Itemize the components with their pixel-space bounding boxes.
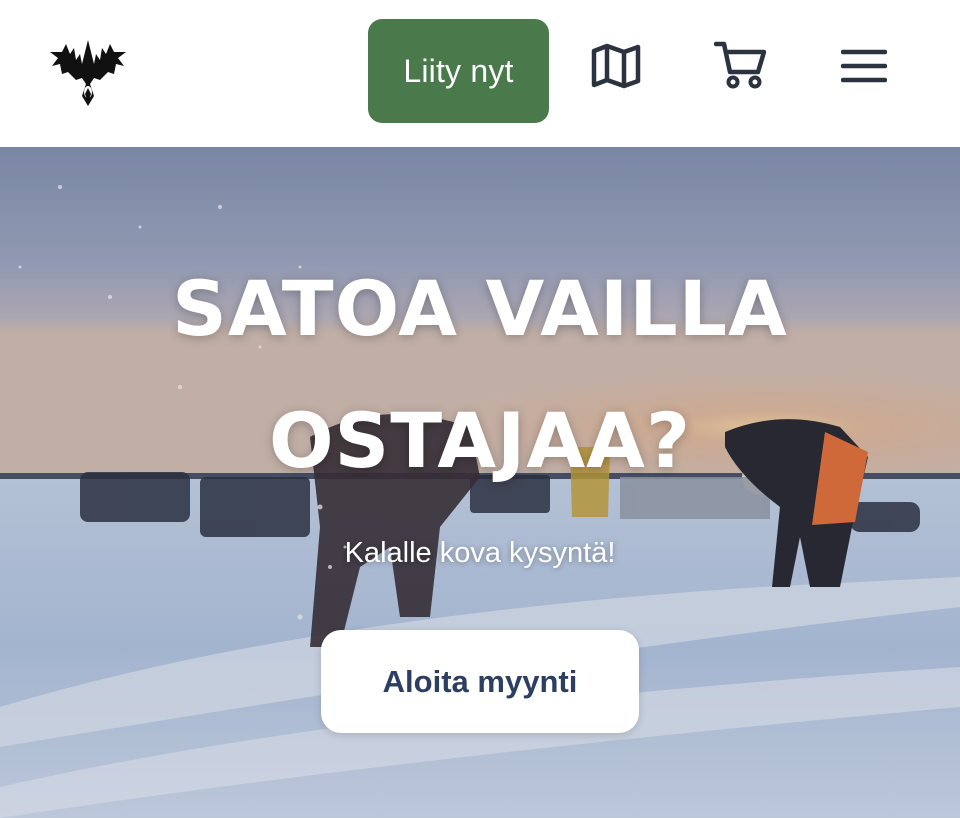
map-button[interactable] <box>588 38 644 94</box>
menu-button[interactable] <box>836 38 892 94</box>
hero-title-line-2: OSTAJAA? <box>268 396 692 485</box>
hero-title: SATOA VAILLA OSTAJAA? <box>0 243 960 507</box>
join-now-button[interactable]: Liity nyt <box>368 19 549 123</box>
shopping-cart-icon <box>714 41 766 89</box>
start-selling-button[interactable]: Aloita myynti <box>321 630 639 733</box>
hero-section: SATOA VAILLA OSTAJAA? Kalalle kova kysyn… <box>0 147 960 818</box>
hamburger-menu-icon <box>841 49 887 83</box>
hero-title-line-1: SATOA VAILLA <box>172 264 788 353</box>
cart-button[interactable] <box>712 38 768 94</box>
map-icon <box>591 43 641 89</box>
site-header: Liity nyt <box>0 0 960 147</box>
logo-icon[interactable] <box>48 34 128 108</box>
hero-subtitle: Kalalle kova kysyntä! <box>344 537 616 569</box>
